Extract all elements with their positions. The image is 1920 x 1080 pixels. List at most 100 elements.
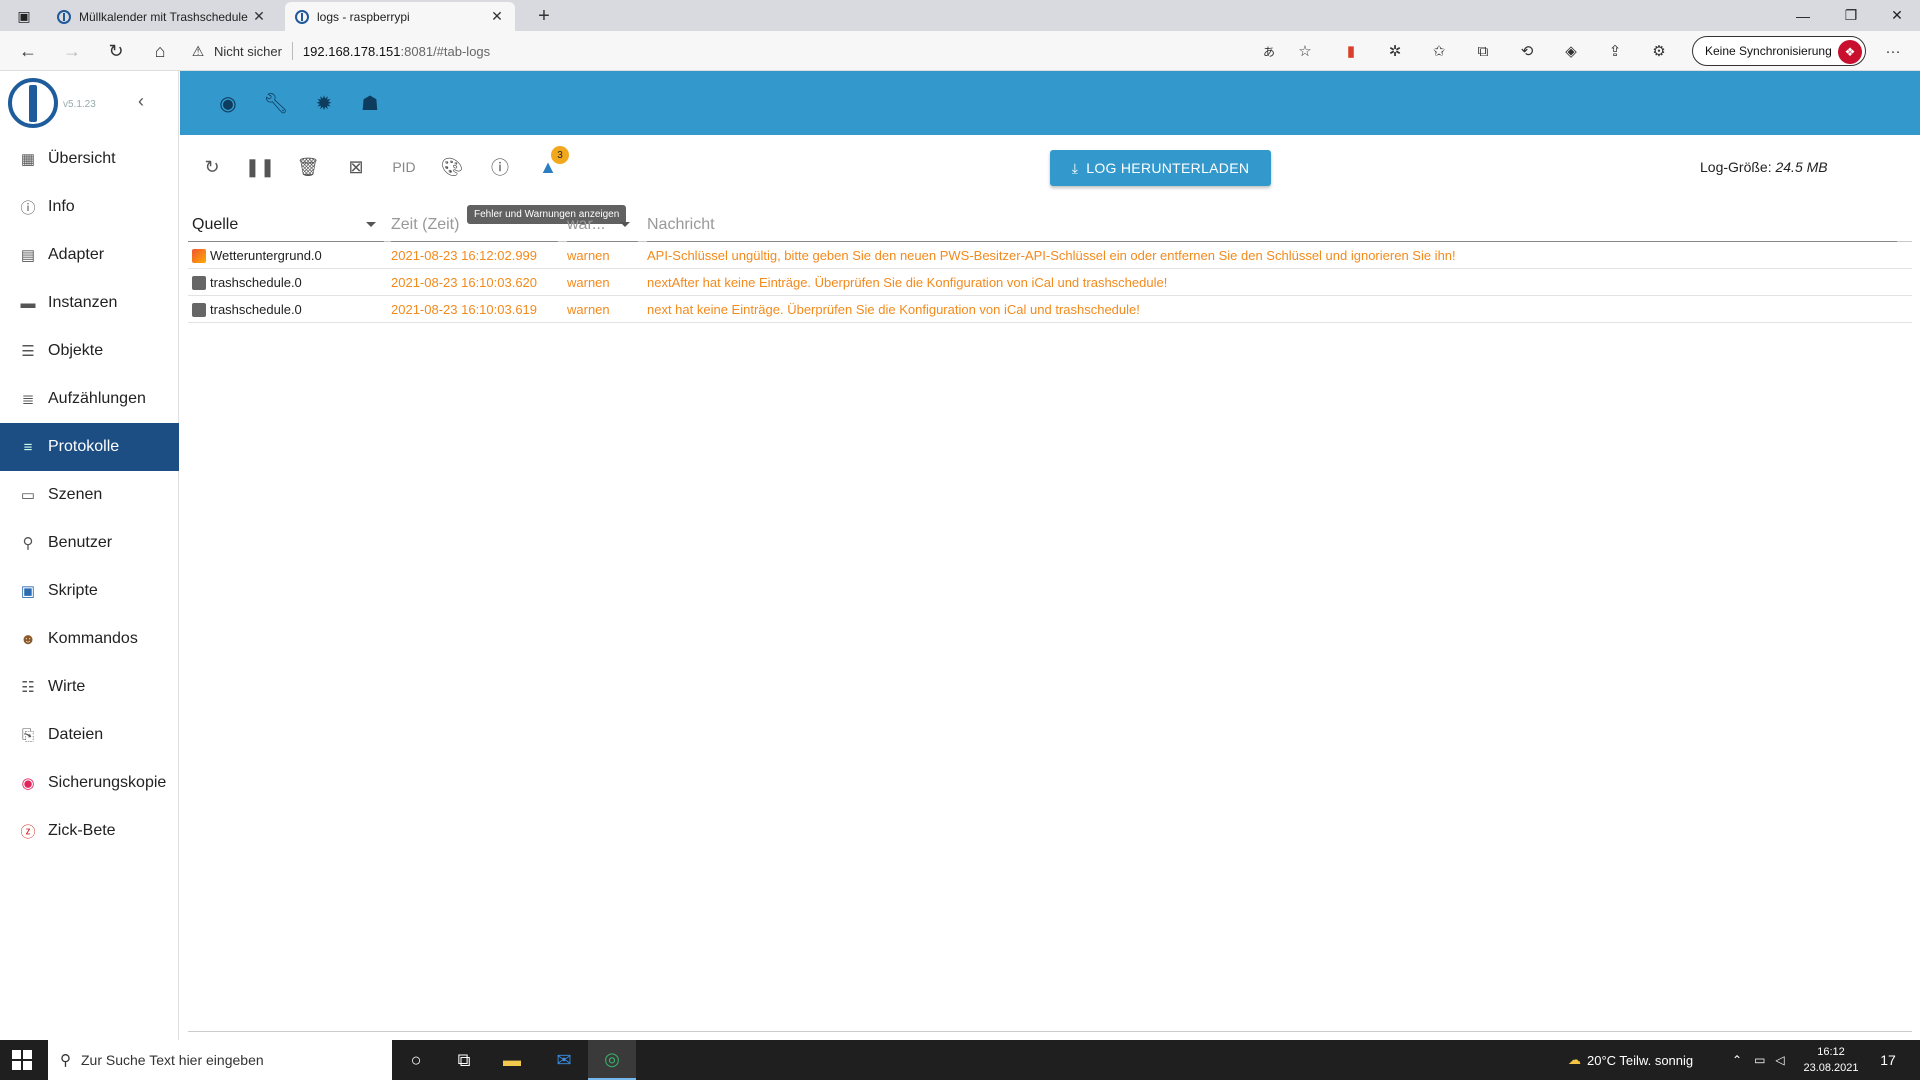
store-icon: ▤ — [20, 247, 36, 264]
sidebar-item-sicherungskopie[interactable]: ◉ Sicherungskopie — [0, 759, 179, 807]
error-icon[interactable]: ⓘ — [484, 151, 516, 183]
sidebar-item-wirte[interactable]: ☷ Wirte — [0, 663, 179, 711]
system-tray-icons[interactable]: ⌃ ▭ ◁ — [1732, 1040, 1785, 1080]
add-favorite-icon[interactable]: ☆ — [1290, 37, 1320, 65]
row-source: trashschedule.0 — [192, 302, 302, 317]
pause-icon[interactable]: ❚❚ — [244, 151, 276, 183]
volume-icon[interactable]: ◁ — [1775, 1053, 1784, 1067]
collapse-sidebar-icon[interactable]: ‹ — [138, 91, 144, 112]
sidebar-item-instanzen[interactable]: ▬ Instanzen — [0, 279, 179, 327]
eye-icon[interactable]: ◉ — [214, 89, 242, 117]
delete-log-file-icon[interactable]: ⊠ — [340, 151, 372, 183]
tab-close-icon[interactable]: ✕ — [489, 8, 505, 25]
cortana-icon[interactable]: ○ — [392, 1040, 440, 1080]
severity-filter[interactable]: war... — [567, 216, 605, 234]
forward-icon[interactable]: → — [56, 37, 88, 65]
collections-icon[interactable]: ⧉ — [1468, 37, 1498, 65]
back-icon[interactable]: ← — [12, 37, 44, 65]
javascript-icon: ▣ — [20, 583, 36, 600]
reload-icon[interactable]: ↻ — [100, 37, 132, 65]
home-icon[interactable]: ⌂ — [144, 37, 176, 65]
sidebar-item-label: Adapter — [48, 246, 105, 263]
sidebar-item-szenen[interactable]: ▭ Szenen — [0, 471, 179, 519]
history-icon[interactable]: ⟲ — [1512, 37, 1542, 65]
extensions-icon[interactable]: ✲ — [1380, 37, 1410, 65]
url-field[interactable]: ⚠ Nicht sicher 192.168.178.151 :8081/#ta… — [190, 35, 1320, 67]
new-tab-button[interactable]: + — [530, 3, 558, 29]
table-row[interactable]: Wetteruntergrund.0 2021-08-23 16:12:02.9… — [188, 242, 1912, 269]
close-window-button[interactable]: ✕ — [1874, 0, 1920, 31]
message-filter[interactable]: Nachricht — [647, 216, 715, 234]
browser-tab-muellkalender[interactable]: Müllkalender mit Trashschedule ✕ — [47, 2, 277, 31]
time-filter[interactable]: Zeit (Zeit) — [391, 216, 459, 234]
sidebar-item-protokolle[interactable]: ≡ Protokolle — [0, 423, 179, 471]
more-menu-icon[interactable]: ··· — [1878, 37, 1908, 65]
notifications-icon[interactable]: 17 — [1874, 1048, 1902, 1072]
app-header: ◉ 🔧︎ ✹ ☗ — [180, 71, 1920, 135]
profile-sync-button[interactable]: Keine Synchronisierung ❖ — [1692, 36, 1866, 66]
share-icon[interactable]: ⇪ — [1600, 37, 1630, 65]
zigbee-icon: ⓩ — [20, 823, 36, 841]
warnings-button[interactable]: ▲ 3 — [532, 146, 569, 183]
tab-close-icon[interactable]: ✕ — [251, 8, 267, 25]
row-time: 2021-08-23 16:12:02.999 — [391, 248, 538, 263]
sidebar-item-uebersicht[interactable]: ▦ Übersicht — [0, 135, 179, 183]
sidebar-item-aufzaehlungen[interactable]: ≣ Aufzählungen — [0, 375, 179, 423]
table-row[interactable]: trashschedule.0 2021-08-23 16:10:03.619 … — [188, 296, 1912, 323]
chevron-down-icon[interactable] — [620, 222, 630, 227]
browser-tab-logs[interactable]: logs - raspberrypi ✕ — [285, 2, 515, 31]
log-size-value: 24.5 MB — [1775, 159, 1828, 175]
table-row[interactable]: trashschedule.0 2021-08-23 16:10:03.620 … — [188, 269, 1912, 296]
iobroker-logo[interactable] — [8, 78, 58, 128]
outlook-icon[interactable]: ✉ — [540, 1040, 588, 1080]
minimize-button[interactable]: — — [1780, 0, 1826, 31]
wrench-icon[interactable]: 🔧︎ — [262, 89, 290, 117]
translate-icon[interactable]: あ — [1254, 37, 1284, 65]
source-filter[interactable]: Quelle — [192, 216, 238, 234]
sidebar-item-objekte[interactable]: ☰ Objekte — [0, 327, 179, 375]
chevron-down-icon[interactable] — [366, 222, 376, 227]
maximize-button[interactable]: ❐ — [1828, 0, 1874, 31]
extensions-puzzle-icon[interactable]: ⚙ — [1644, 37, 1674, 65]
security-label[interactable]: Nicht sicher — [214, 44, 282, 59]
pid-toggle[interactable]: PID — [388, 151, 420, 183]
refresh-icon[interactable]: ↻ — [196, 151, 228, 183]
chevron-up-icon[interactable]: ⌃ — [1732, 1053, 1742, 1067]
not-secure-icon[interactable]: ⚠ — [190, 43, 206, 59]
logs-icon: ≡ — [23, 438, 33, 456]
iobroker-favicon-icon — [295, 9, 309, 24]
sidebar-item-zick-bete[interactable]: ⓩ Zick-Bete — [0, 807, 179, 855]
sidebar-item-skripte[interactable]: ▣ Skripte — [0, 567, 179, 615]
weather-widget[interactable]: ☁ 20°C Teilw. sonnig — [1568, 1040, 1693, 1080]
sidebar-item-benutzer[interactable]: ⚲ Benutzer — [0, 519, 179, 567]
task-view-icon[interactable]: ⧉ — [440, 1040, 488, 1080]
palette-icon[interactable]: 🎨︎ — [436, 151, 468, 183]
file-explorer-icon[interactable]: ▬ — [488, 1040, 536, 1080]
windows-start-icon[interactable] — [12, 1050, 32, 1070]
tab-actions-icon[interactable]: ▣ — [8, 4, 40, 28]
warnings-badge: 3 — [551, 146, 569, 164]
sidebar-item-label: Szenen — [48, 486, 103, 503]
expert-mode-icon[interactable]: ☗ — [356, 89, 384, 117]
web-capture-icon[interactable]: ◈ — [1556, 37, 1586, 65]
sidebar-item-info[interactable]: ⓘ Info — [0, 183, 179, 231]
settings-icon[interactable]: ✹ — [310, 89, 338, 117]
weather-adapter-icon — [192, 248, 206, 263]
sidebar-item-dateien[interactable]: ⎘ Dateien — [0, 711, 179, 759]
edge-icon[interactable]: ◎ — [588, 1040, 636, 1080]
extension-red-icon[interactable]: ▮ — [1336, 37, 1366, 65]
download-label: LOG HERUNTERLADEN — [1086, 160, 1250, 176]
row-source: Wetteruntergrund.0 — [192, 248, 322, 263]
url-host: 192.168.178.151 — [302, 43, 401, 59]
delete-icon[interactable]: 🗑︎ — [292, 151, 324, 183]
download-log-button[interactable]: ⤓ LOG HERUNTERLADEN — [1050, 150, 1271, 186]
favorites-icon[interactable]: ✩ — [1424, 37, 1454, 65]
sidebar-item-kommandos[interactable]: ☻ Kommandos — [0, 615, 179, 663]
partly-sunny-icon: ☁ — [1568, 1052, 1581, 1067]
taskbar-clock[interactable]: 16:12 23.08.2021 — [1796, 1044, 1866, 1076]
network-icon[interactable]: ▭ — [1754, 1053, 1765, 1067]
sidebar-item-label: Info — [48, 198, 75, 215]
enums-icon: ≣ — [21, 391, 35, 408]
sidebar-item-adapter[interactable]: ▤ Adapter — [0, 231, 179, 279]
taskbar-search-input[interactable]: ⚲ Zur Suche Text hier eingeben — [48, 1040, 392, 1080]
